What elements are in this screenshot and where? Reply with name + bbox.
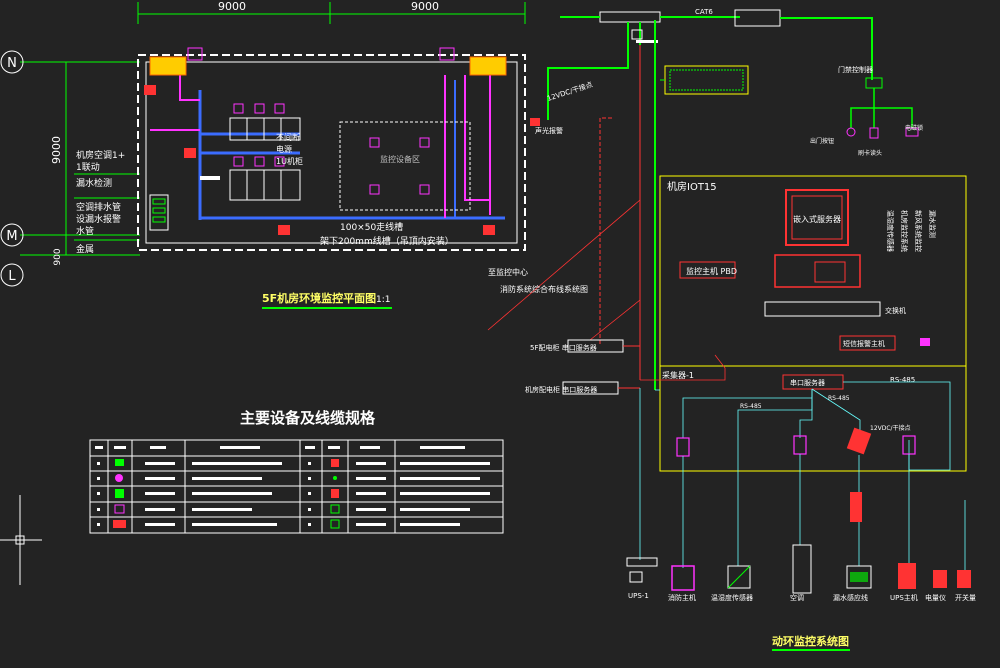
monitor-host: 监控主机 PBD [686, 266, 737, 276]
axis-m: M [6, 229, 17, 244]
system-diagram: CAT6 12VDC/干接点 声光报警 门禁控制器 出门按钮 刷卡读头 电磁锁 … [487, 8, 976, 651]
card-reader-label: 刷卡读头 [858, 149, 882, 157]
cad-drawing: 9000 9000 9000 900 N M L 机房空调1+ 1联动 漏水检测… [0, 0, 976, 651]
serial-label: 串口服务器 [790, 378, 825, 387]
note-0: 机房空调1+ [76, 149, 125, 161]
plan-notes: 机房空调1+ 1联动 漏水检测 空调排水管 设漏水报警 水管 金属 [74, 149, 140, 255]
rack-label-1: 不间断 [276, 132, 300, 142]
bottom-device-0: UPS-1 [628, 592, 649, 600]
bottom-device-1: 消防主机 [668, 593, 696, 602]
door-controller-label: 门禁控制器 [838, 65, 873, 74]
rs485-label: RS-485 [890, 376, 915, 384]
crosshair-icon [0, 495, 42, 585]
equipment-table: 主要设备及线缆规格 [89, 409, 504, 534]
note-3: 空调排水管 [76, 201, 121, 213]
server-label: 嵌入式服务器 [793, 214, 841, 224]
note-1: 1联动 [76, 162, 100, 173]
system-title: 动环监控系统图 [772, 634, 849, 648]
room-label: 机房IOT15 [667, 180, 717, 193]
alarm-label: 声光报警 [535, 126, 563, 135]
left-box1: 5F配电柜 串口服务器 [530, 343, 597, 352]
dim-right: 9000 [411, 0, 439, 13]
vertical-text-2: 新风系统监控 [914, 210, 923, 252]
plan-title: 5F机房环境监控平面图 [262, 291, 376, 305]
floor-plan: 9000 9000 9000 900 N M L 机房空调1+ 1联动 漏水检测… [0, 0, 526, 309]
wiring-b: 消防系统综合布线系统图 [500, 284, 588, 294]
dim-left: 9000 [218, 0, 246, 13]
collector-label: 采集器-1 [662, 370, 694, 380]
vertical-text-3: 漏水监测 [928, 210, 937, 238]
note-2: 漏水检测 [76, 177, 112, 189]
cat6-label: CAT6 [695, 8, 713, 16]
plan-scale: 1:1 [376, 295, 390, 305]
note-5: 水管 [76, 225, 94, 237]
rs485c: RS-485 [828, 395, 850, 402]
dry-contact-left: 12VDC/干接点 [546, 80, 594, 103]
dry-contact-right: 12VDC/干接点 [870, 424, 911, 432]
dim-small: 900 [53, 248, 63, 265]
door-lock-label: 电磁锁 [905, 124, 923, 132]
note-4: 设漏水报警 [76, 213, 121, 225]
bottom-device-2: 温湿度传感器 [711, 593, 753, 602]
left-box2: 机房配电柜 串口服务器 [525, 385, 597, 394]
rs485b: RS-485 [740, 403, 762, 410]
axis-l: L [8, 269, 16, 284]
switch-label: 交换机 [885, 306, 906, 315]
tray-label: 100×50走线槽 [340, 221, 403, 233]
axis-n: N [7, 56, 17, 71]
door-exit-label: 出门按钮 [810, 137, 834, 145]
wiring-a: 至监控中心 [488, 267, 528, 277]
bottom-device-3: 空调 [790, 593, 804, 602]
rack-label-2: 电源 [276, 144, 292, 154]
note-6: 金属 [76, 243, 94, 255]
rack-label-3: 1U机柜 [276, 156, 303, 166]
floor-label: 架下200mm线槽（吊顶内安装） [320, 235, 454, 247]
vertical-text-0: 温湿度传感器 [886, 210, 895, 252]
zone-label: 监控设备区 [380, 154, 420, 164]
bottom-device-6: 电量仪 [925, 593, 946, 602]
dim-vertical: 9000 [50, 136, 63, 164]
bottom-device-7: 开关量 [955, 593, 976, 602]
bottom-device-5: UPS主机 [890, 593, 918, 602]
table-title: 主要设备及线缆规格 [240, 409, 376, 427]
sms-label: 短信报警主机 [843, 339, 885, 348]
bottom-device-4: 漏水感应线 [833, 593, 868, 602]
vertical-text-1: 机房监控系统 [900, 210, 909, 252]
